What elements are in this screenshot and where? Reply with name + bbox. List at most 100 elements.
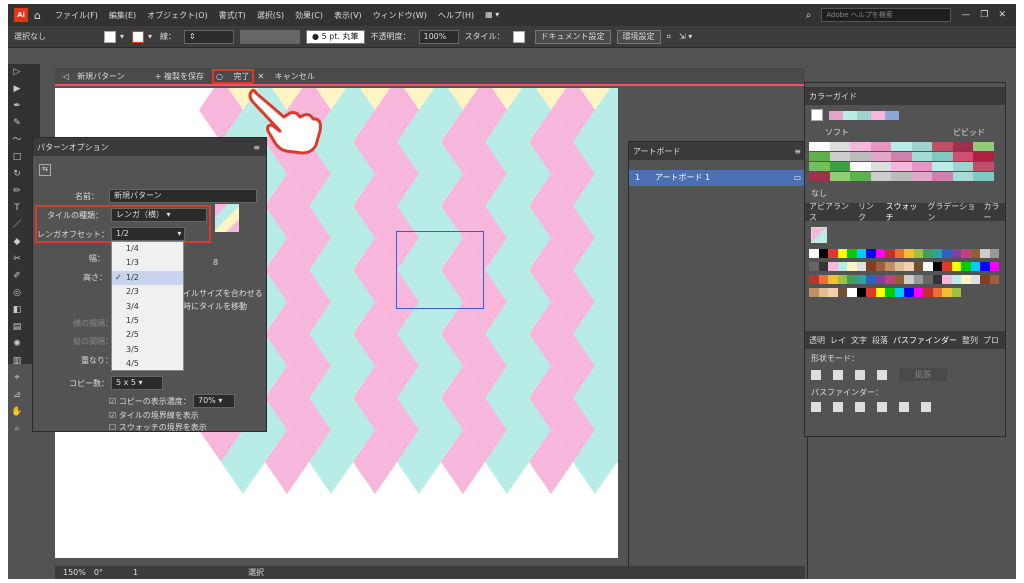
swatch[interactable] [951, 275, 961, 284]
scissors-tool-icon[interactable]: ✂ [10, 254, 24, 265]
guide-swatch[interactable] [829, 142, 850, 151]
eraser-tool-icon[interactable]: ◆ [10, 237, 24, 248]
menu-item-3-4[interactable]: 3/4 [112, 300, 183, 314]
swatch[interactable] [980, 249, 990, 258]
swatch[interactable] [847, 262, 857, 271]
swatch[interactable] [885, 249, 895, 258]
harmony-swatch[interactable] [829, 110, 843, 120]
swatch[interactable] [828, 262, 838, 271]
swatch[interactable] [913, 275, 923, 284]
transform-icon[interactable]: ⇲ ▾ [679, 32, 692, 41]
tab-transparency[interactable]: 透明 [809, 335, 825, 346]
swatch[interactable] [904, 275, 914, 284]
zoom-tool-icon[interactable]: ⌕ [10, 424, 24, 435]
swatch[interactable] [932, 275, 942, 284]
swatch[interactable] [894, 262, 904, 271]
artboard-options-icon[interactable]: ▭ [793, 170, 801, 186]
swatch[interactable] [818, 275, 828, 284]
swatch[interactable] [866, 262, 876, 271]
direct-selection-tool-icon[interactable]: ▶ [10, 84, 24, 95]
tab-swatches[interactable]: スウォッチ [885, 201, 921, 223]
divide-icon[interactable] [811, 402, 821, 412]
rotate-tool-icon[interactable]: ↻ [10, 169, 24, 180]
harmony-swatch[interactable] [843, 110, 857, 120]
swatch[interactable] [837, 275, 847, 284]
guide-swatch[interactable] [809, 162, 830, 171]
harmony-swatch[interactable] [857, 110, 871, 120]
swatch[interactable] [856, 262, 866, 271]
guide-swatch[interactable] [850, 142, 871, 151]
guide-swatch[interactable] [809, 152, 830, 161]
tab-gradient[interactable]: グラデーション [927, 201, 977, 223]
menu-item-2-5[interactable]: 2/5 [112, 328, 183, 342]
style-swatch[interactable] [512, 30, 525, 43]
swatch[interactable] [894, 275, 904, 284]
artboard-row[interactable]: 1 アートボード 1 ▭ [629, 170, 807, 186]
swatch[interactable] [970, 275, 980, 284]
guide-swatch[interactable] [932, 152, 953, 161]
swatch[interactable] [837, 262, 847, 271]
name-field[interactable]: 新規パターン [109, 189, 257, 203]
guide-swatch[interactable] [850, 162, 871, 171]
tab-align[interactable]: 整列 [962, 335, 978, 346]
intersect-icon[interactable] [855, 369, 865, 380]
swatch[interactable] [847, 288, 857, 297]
outline-icon[interactable] [899, 402, 909, 412]
swatch[interactable] [818, 262, 828, 271]
guide-swatch[interactable] [891, 172, 912, 181]
swatch[interactable] [856, 288, 866, 297]
swatch[interactable] [951, 249, 961, 258]
guide-swatch[interactable] [891, 142, 912, 151]
merge-icon[interactable] [855, 402, 865, 412]
fill-stroke-proxy[interactable] [811, 227, 827, 243]
menu-object[interactable]: オブジェクト(O) [147, 10, 208, 21]
guide-swatch[interactable] [952, 142, 973, 151]
zoom-field[interactable]: 150% [63, 568, 86, 577]
pen-tool-icon[interactable]: ✒ [10, 101, 24, 112]
guide-swatch[interactable] [973, 142, 994, 151]
swatch[interactable] [951, 262, 961, 271]
guide-swatch[interactable] [973, 172, 994, 181]
swatch[interactable] [837, 288, 847, 297]
swatch[interactable] [961, 275, 971, 284]
artboards-tab[interactable]: アートボード ≡ [629, 142, 807, 160]
swatch[interactable] [828, 249, 838, 258]
tab-properties[interactable]: プロ [983, 335, 999, 346]
harmony-swatch[interactable] [885, 110, 899, 120]
minus-back-icon[interactable] [921, 402, 931, 412]
guide-swatch[interactable] [850, 152, 871, 161]
swatch[interactable] [904, 249, 914, 258]
swatch[interactable] [866, 249, 876, 258]
help-search-input[interactable]: Adobe ヘルプを検索 [821, 8, 952, 22]
swatch[interactable] [961, 249, 971, 258]
swatch[interactable] [856, 249, 866, 258]
swatch[interactable] [932, 249, 942, 258]
shape-builder-tool-icon[interactable]: ◧ [10, 305, 24, 316]
color-guide-grid[interactable] [809, 142, 997, 182]
guide-swatch[interactable] [932, 172, 953, 181]
swatch[interactable] [847, 275, 857, 284]
tile-tool-icon[interactable]: ⇆ [39, 164, 51, 176]
swatch[interactable] [866, 288, 876, 297]
menu-effect[interactable]: 効果(C) [295, 10, 323, 21]
opacity-label[interactable]: 不透明度： [371, 31, 411, 42]
guide-swatch[interactable] [870, 152, 891, 161]
swatch[interactable] [989, 262, 999, 271]
menu-file[interactable]: ファイル(F) [55, 10, 98, 21]
guide-swatch[interactable] [932, 162, 953, 171]
guide-swatch[interactable] [870, 172, 891, 181]
pattern-tile-selection[interactable] [396, 231, 484, 309]
swatch[interactable] [923, 288, 933, 297]
swatch[interactable] [989, 249, 999, 258]
swatch[interactable] [904, 288, 914, 297]
menu-item-1-5[interactable]: 1/5 [112, 314, 183, 328]
symbol-sprayer-tool-icon[interactable]: ✺ [10, 339, 24, 350]
crop-icon[interactable] [877, 402, 887, 412]
tab-character[interactable]: 文字 [851, 335, 867, 346]
hand-tool-icon[interactable]: ✋ [10, 407, 24, 418]
menu-item-3-5[interactable]: 3/5 [112, 343, 183, 357]
restore-icon[interactable]: ❐ [980, 10, 988, 20]
search-icon[interactable]: ⌕ [806, 10, 812, 21]
minimize-icon[interactable]: — [961, 10, 970, 20]
menu-item-1-4[interactable]: 1/4 [112, 242, 183, 256]
